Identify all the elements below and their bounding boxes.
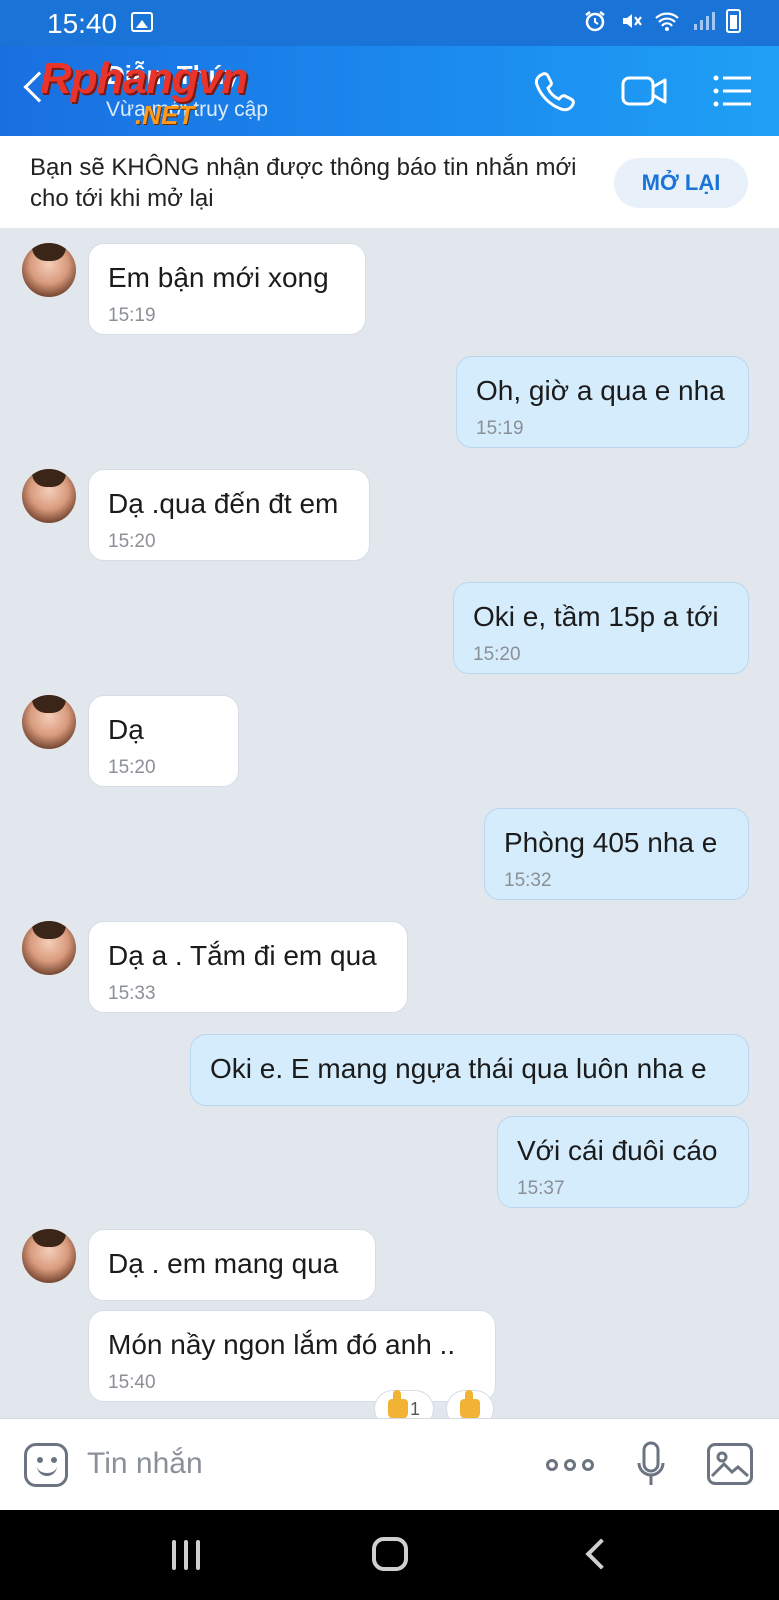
chat-header: Diễm Thúy Vừa mới truy cập Rphangvn .NET — [0, 46, 779, 136]
message-text: Em bận mới xong — [108, 262, 329, 293]
mute-icon — [618, 8, 644, 34]
microphone-icon[interactable] — [636, 1441, 666, 1489]
message-text: Dạ a . Tắm đi em qua — [108, 940, 377, 971]
home-icon[interactable] — [372, 1537, 408, 1571]
unmute-button[interactable]: MỞ LẠI — [614, 158, 748, 208]
message-incoming[interactable]: Dạ . em mang qua — [88, 1229, 376, 1301]
contact-avatar[interactable] — [22, 243, 76, 297]
message-time: 15:32 — [504, 870, 552, 891]
message-time: 15:37 — [517, 1178, 565, 1199]
gallery-notification-icon — [131, 12, 153, 32]
message-text: Món nầy ngon lắm đó anh .. — [108, 1329, 456, 1360]
recent-apps-icon[interactable] — [172, 1540, 200, 1570]
message-input[interactable]: Tin nhắn — [87, 1447, 203, 1481]
contact-avatar[interactable] — [22, 469, 76, 523]
wifi-icon — [654, 8, 680, 34]
watermark-logo: Rphangvn — [40, 54, 248, 103]
image-icon[interactable] — [707, 1443, 753, 1485]
message-time: 15:33 — [108, 983, 156, 1004]
message-outgoing[interactable]: Oh, giờ a qua e nha 15:19 — [456, 356, 749, 448]
message-time: 15:19 — [108, 305, 156, 326]
message-time: 15:20 — [108, 757, 156, 778]
more-options-icon[interactable] — [546, 1459, 594, 1471]
contact-avatar[interactable] — [22, 921, 76, 975]
status-bar: 15:40 — [0, 0, 779, 46]
message-composer: Tin nhắn — [0, 1418, 779, 1510]
message-time: 15:20 — [108, 531, 156, 552]
message-incoming[interactable]: Em bận mới xong 15:19 — [88, 243, 366, 335]
system-back-icon[interactable] — [585, 1538, 617, 1570]
system-navigation-bar — [0, 1510, 779, 1600]
message-text: Oh, giờ a qua e nha — [476, 375, 725, 406]
message-incoming[interactable]: Món nầy ngon lắm đó anh .. 15:40 — [88, 1310, 496, 1402]
message-incoming[interactable]: Dạ a . Tắm đi em qua 15:33 — [88, 921, 408, 1013]
mute-notice-banner: Bạn sẽ KHÔNG nhận được thông báo tin nhắ… — [0, 136, 779, 228]
message-outgoing[interactable]: Phòng 405 nha e 15:32 — [484, 808, 749, 900]
message-time: 15:19 — [476, 418, 524, 439]
status-icons — [582, 8, 741, 34]
message-text: Với cái đuôi cáo — [517, 1135, 718, 1166]
message-text: Dạ .qua đến đt em — [108, 488, 339, 519]
message-text: Dạ — [108, 714, 144, 745]
contact-avatar[interactable] — [22, 1229, 76, 1283]
message-time: 15:40 — [108, 1372, 156, 1393]
watermark-logo-sub: .NET — [135, 100, 195, 130]
list-menu-icon[interactable] — [708, 66, 758, 116]
message-incoming[interactable]: Dạ .qua đến đt em 15:20 — [88, 469, 370, 561]
contact-avatar[interactable] — [22, 695, 76, 749]
message-outgoing[interactable]: Oki e. E mang ngựa thái qua luôn nha e — [190, 1034, 749, 1106]
message-incoming[interactable]: Dạ 15:20 — [88, 695, 239, 787]
status-time: 15:40 — [47, 8, 118, 39]
message-text: Dạ . em mang qua — [108, 1248, 339, 1279]
video-camera-icon[interactable] — [620, 66, 670, 116]
message-text: Phòng 405 nha e — [504, 827, 718, 858]
mute-notice-text: Bạn sẽ KHÔNG nhận được thông báo tin nhắ… — [30, 154, 577, 212]
phone-icon[interactable] — [530, 66, 580, 116]
signal-icon — [690, 8, 716, 34]
message-outgoing[interactable]: Với cái đuôi cáo 15:37 — [497, 1116, 749, 1208]
battery-icon — [726, 9, 741, 33]
emoji-mouth — [37, 1466, 57, 1476]
reaction-count: 1 — [409, 1398, 420, 1419]
message-text: Oki e. E mang ngựa thái qua luôn nha e — [210, 1053, 707, 1084]
thumbs-up-icon — [387, 1390, 408, 1419]
thumbs-up-icon — [460, 1390, 480, 1419]
message-time: 15:20 — [473, 644, 521, 665]
message-text: Oki e, tầm 15p a tới — [473, 601, 719, 632]
alarm-icon — [582, 8, 608, 34]
message-outgoing[interactable]: Oki e, tầm 15p a tới 15:20 — [453, 582, 749, 674]
emoji-icon[interactable] — [24, 1443, 68, 1487]
